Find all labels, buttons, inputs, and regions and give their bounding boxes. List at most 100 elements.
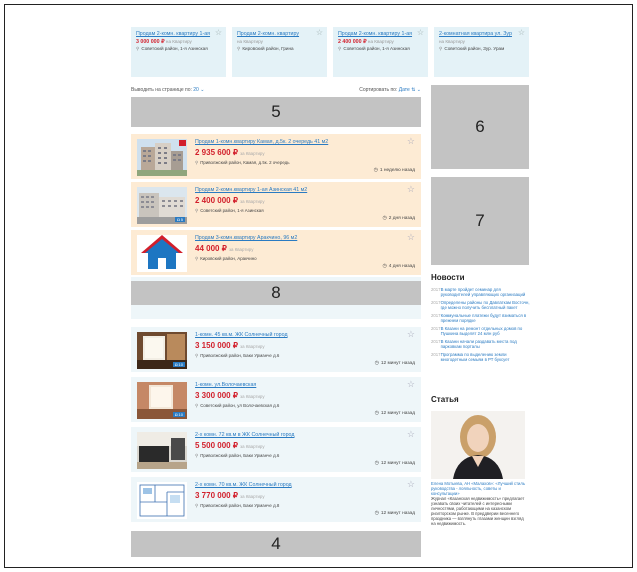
favorite-star-icon[interactable]: ☆ [407,137,415,146]
news-list: 2017 В марте пройдет семинар для руководи… [431,287,531,365]
promo-title[interactable]: Продам 2-комн. квартиру [237,31,323,38]
location-pin-icon: ⚲ [195,207,199,213]
location-pin-icon: ⚲ [195,159,199,165]
promo-title[interactable]: Продам 2-комн. квартиру 1-ая [338,31,424,38]
listing-price: 2 400 000 ₽ за Квартиру [195,195,265,205]
listing-location: ⚲ Приволжский район, Баки Урманче д.8 [195,502,280,508]
listing-time: ◷ 12 минут назад [374,461,415,467]
sort-select[interactable]: Дате ⇅ ⌄ [399,87,421,93]
listing-title[interactable]: 2-х комн. 70 кв.м. ЖК Солнечный город [195,482,415,489]
promo-card[interactable]: ☆ Продам 2-комн. квартиру на Квартиру ⚲ К… [232,27,327,77]
sort-direction-icon: ⇅ [411,87,416,93]
promo-title[interactable]: 2-комнатная квартира ул. Зур [439,31,525,38]
list-controls: Выводить на странице по: 20 ⌄ Сортироват… [131,87,421,93]
listing-title[interactable]: Продам 1-комн.квартиру Камая, д.5к. 2 оч… [195,139,415,146]
content-wrapper: ☆ Продам 2-комн. квартиру 1-ая 3 000 000… [131,27,530,557]
favorite-star-icon[interactable]: ☆ [407,480,415,489]
promo-location: ⚲ Советский район, 1-я Азинская [338,46,410,52]
favorite-star-icon[interactable]: ☆ [417,29,424,37]
promo-card[interactable]: ☆ Продам 2-комн. квартиру 1-ая 2 400 000… [333,27,428,77]
listing-time: ◷ 12 минут назад [374,511,415,517]
location-pin-icon: ⚲ [195,402,199,408]
listing-photo[interactable] [137,482,187,519]
article-link[interactable]: Елена Мотыева, АН «Малахов»: «Лучший сти… [431,481,529,496]
promo-price: 2 400 000 ₽ на Квартиру [338,38,394,45]
chevron-down-icon: ⌄ [416,87,421,93]
location-pin-icon: ⚲ [439,46,443,52]
listing-card[interactable]: ☆ 2-х комн. 72 кв.м в ЖК Солнечный город… [131,427,421,472]
listing-time: ◷ 12 минут назад [374,411,415,417]
listing-card[interactable]: ☆ 2-х комн. 70 кв.м. ЖК Солнечный город … [131,477,421,522]
location-pin-icon: ⚲ [237,46,241,52]
favorite-star-icon[interactable]: ☆ [215,29,222,37]
favorite-star-icon[interactable]: ☆ [407,233,415,242]
listing-photo[interactable]: ◘ 10 [137,332,187,369]
promo-price: на Квартиру [439,38,465,44]
listing-info: ☆ Продам 3-комн.квартиру Аракчино, 96 м2… [187,233,416,271]
listing-location: ⚲ Кировский район, Аракчино [195,255,257,261]
ad-banner-4[interactable]: 4 [131,531,421,557]
favorite-star-icon[interactable]: ☆ [407,430,415,439]
news-item[interactable]: 2017 В марте пройдет семинар для руководи… [431,287,531,297]
news-item[interactable]: 2017 Программа по выделению земли многоде… [431,352,531,362]
clock-icon: ◷ [374,411,379,417]
listing-location: ⚲ Приволжский район, Камая, д.5к. 2 очере… [195,159,290,165]
ad-banner-6[interactable]: 6 [431,85,529,169]
listing-time: ◷ 12 минут назад [374,361,415,367]
listing-title[interactable]: Продам 3-комн.квартиру Аракчино, 96 м2 [195,235,415,242]
clock-icon: ◷ [373,168,378,174]
article-author-photo[interactable] [431,411,525,479]
listing-card[interactable]: ◘ 5 ☆ Продам 2-комн.квартиру 1-ая Азинск… [131,182,421,227]
promo-card[interactable]: ☆ 2-комнатная квартира ул. Зур на Кварти… [434,27,529,77]
listing-card[interactable]: ☆ Продам 1-комн.квартиру Камая, д.5к. 2 … [131,134,421,179]
ad-banner-5[interactable]: 5 [131,97,421,127]
listing-photo[interactable]: ◘ 10 [137,382,187,419]
location-pin-icon: ⚲ [195,502,199,508]
listing-photo[interactable] [137,235,187,272]
promo-card[interactable]: ☆ Продам 2-комн. квартиру 1-ая 3 000 000… [131,27,226,77]
favorite-star-icon[interactable]: ☆ [316,29,323,37]
listing-title[interactable]: 1-комн. ул.Волочаевская [195,382,415,389]
clock-icon: ◷ [382,264,387,270]
listing-time: ◷ 1 неделю назад [373,168,415,174]
favorite-star-icon[interactable]: ☆ [518,29,525,37]
listing-location: ⚲ Советский район, 1-я Азинская [195,207,264,213]
listing-location: ⚲ Приволжский район, Баки Урманче д.6 [195,452,280,458]
news-item[interactable]: 2017 Определены районы по Давлаткам Восто… [431,300,531,310]
news-item[interactable]: 2017 Коммунальные платежи будут взиматься… [431,313,531,323]
news-item[interactable]: 2017 В Казани на ремонт отдельных домов п… [431,326,531,336]
sort-label: Сортировать по: [359,87,398,93]
listing-time: ◷ 4 дня назад [382,264,416,270]
promo-location: ⚲ Кировский район, Грина [237,46,294,52]
news-item[interactable]: 2017 В Казани начали раздавать места под … [431,339,531,349]
listing-title[interactable]: 2-х комн. 72 кв.м в ЖК Солнечный город [195,432,415,439]
listing-title[interactable]: 1-комн. 45 кв.м. ЖК Солнечный город [195,332,415,339]
page-frame: ☆ Продам 2-комн. квартиру 1-ая 3 000 000… [4,4,633,568]
listing-info: ☆ 2-х комн. 72 кв.м в ЖК Солнечный город… [187,430,415,468]
location-pin-icon: ⚲ [136,46,140,52]
ad-banner-8[interactable]: 8 [131,281,421,305]
clock-icon: ◷ [382,216,387,222]
favorite-star-icon[interactable]: ☆ [407,380,415,389]
promo-title[interactable]: Продам 2-комн. квартиру 1-ая [136,31,222,38]
clock-icon: ◷ [374,461,379,467]
listing-card[interactable]: ☆ Продам 3-комн.квартиру Аракчино, 96 м2… [131,230,421,275]
favorite-star-icon[interactable]: ☆ [407,330,415,339]
ad-banner-7[interactable]: 7 [431,177,529,265]
favorite-star-icon[interactable]: ☆ [407,185,415,194]
news-heading: Новости [431,273,465,282]
listing-price: 3 770 000 ₽ за Квартиру [195,490,265,500]
listing-photo[interactable] [137,139,187,176]
listing-card[interactable]: ◘ 10 ☆ 1-комн. 45 кв.м. ЖК Солнечный гор… [131,327,421,372]
listing-title[interactable]: Продам 2-комн.квартиру 1-ая Азинская 41 … [195,187,415,194]
listing-info: ☆ Продам 2-комн.квартиру 1-ая Азинская 4… [187,185,415,223]
location-pin-icon: ⚲ [195,452,199,458]
per-page-select[interactable]: 20 ⌄ [193,87,204,93]
listing-photo[interactable]: ◘ 5 [137,187,187,224]
listing-price: 5 500 000 ₽ за Квартиру [195,440,265,450]
listing-photo[interactable] [137,432,187,469]
article-preview: Елена Мотыева, АН «Малахов»: «Лучший сти… [431,481,529,526]
listing-card[interactable]: ◘ 10 ☆ 1-комн. ул.Волочаевская 3 300 000… [131,377,421,422]
location-pin-icon: ⚲ [338,46,342,52]
per-page-label: Выводить на странице по: [131,87,192,93]
